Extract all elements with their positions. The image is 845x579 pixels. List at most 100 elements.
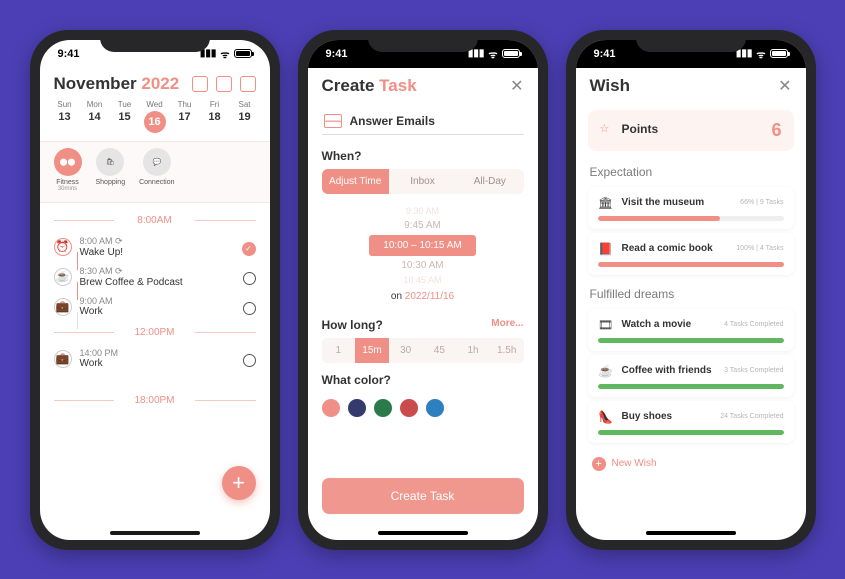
section-fulfilled: Fulfilled dreams: [576, 279, 806, 305]
home-indicator[interactable]: [110, 531, 200, 535]
wifi-icon: ᯤ: [756, 47, 765, 61]
task-row[interactable]: ⏰ 8:00 AM ⟳Wake Up! ✓: [54, 232, 256, 262]
notch: [100, 30, 210, 52]
inbox-icon[interactable]: [216, 76, 232, 92]
howlong-label: How long? More...: [308, 308, 538, 338]
briefcase-icon: 💼: [54, 298, 72, 316]
add-task-fab[interactable]: +: [222, 466, 256, 500]
day-tue[interactable]: Tue15: [112, 100, 138, 133]
briefcase-icon: 💼: [54, 350, 72, 368]
time-selected: 10:00 – 10:15 AM: [369, 235, 475, 256]
time-divider-18pm: 18:00PM: [54, 395, 256, 406]
radio-unchecked[interactable]: [243, 272, 256, 285]
page-title: Create Task: [322, 76, 417, 96]
check-icon[interactable]: ✓: [242, 242, 256, 256]
color-dot[interactable]: [400, 399, 418, 417]
task-name-input[interactable]: Answer Emails: [322, 108, 524, 135]
wifi-icon: ᯤ: [488, 47, 497, 61]
battery-icon: [502, 49, 520, 58]
wish-card[interactable]: 🎞Watch a movie4 Tasks Completed: [588, 309, 794, 351]
radio-unchecked[interactable]: [243, 354, 256, 367]
home-indicator[interactable]: [378, 531, 468, 535]
dur-1[interactable]: 1: [322, 338, 356, 363]
close-icon[interactable]: ✕: [510, 76, 523, 96]
category-connection[interactable]: 💬Connection: [139, 148, 174, 192]
seg-all-day[interactable]: All-Day: [456, 169, 523, 194]
battery-icon: [770, 49, 788, 58]
seg-inbox[interactable]: Inbox: [389, 169, 456, 194]
time-divider-8am: 8:00AM: [54, 215, 256, 226]
page-title: Wish: [590, 76, 630, 96]
color-dot[interactable]: [426, 399, 444, 417]
points-value: 6: [771, 120, 781, 141]
status-time: 9:41: [326, 48, 348, 60]
category-shopping[interactable]: 🛍Shopping: [96, 148, 126, 192]
day-sat[interactable]: Sat19: [232, 100, 258, 133]
day-fri[interactable]: Fri18: [202, 100, 228, 133]
home-indicator[interactable]: [646, 531, 736, 535]
when-label: When?: [308, 139, 538, 169]
alarm-icon: ⏰: [54, 238, 72, 256]
phone-wish: 9:41 ▮▮▮ᯤ Wish ✕ ☆Points 6 Expectation 🏛…: [566, 30, 816, 550]
radio-unchecked[interactable]: [243, 302, 256, 315]
dur-15m[interactable]: 15m: [355, 338, 389, 363]
dumbbell-icon: ⬤⬤: [54, 148, 82, 176]
color-dot[interactable]: [374, 399, 392, 417]
dur-1h[interactable]: 1h: [456, 338, 490, 363]
phone-calendar: 9:41 ▮▮▮ ᯤ November 2022 Sun13: [30, 30, 280, 550]
battery-icon: [234, 49, 252, 58]
day-wed[interactable]: Wed16: [142, 100, 168, 133]
day-mon[interactable]: Mon14: [82, 100, 108, 133]
when-segment: Adjust Time Inbox All-Day: [322, 169, 524, 194]
color-dot[interactable]: [322, 399, 340, 417]
more-link[interactable]: More...: [491, 318, 523, 329]
mail-icon: [324, 114, 342, 128]
category-fitness[interactable]: ⬤⬤Fitness30mins: [54, 148, 82, 192]
duration-row: 1 15m 30 45 1h 1.5h: [322, 338, 524, 363]
section-expectation: Expectation: [576, 157, 806, 183]
dur-30[interactable]: 30: [389, 338, 423, 363]
film-icon: 🎞: [598, 317, 614, 333]
new-wish-button[interactable]: + New Wish: [576, 447, 806, 481]
task-row[interactable]: 💼 9:00 AMWork: [54, 292, 256, 321]
dur-45[interactable]: 45: [423, 338, 457, 363]
bag-icon: 🛍: [96, 148, 124, 176]
coffee-icon: ☕: [54, 268, 72, 286]
create-task-button[interactable]: Create Task: [322, 478, 524, 514]
settings-icon[interactable]: [240, 76, 256, 92]
seg-adjust-time[interactable]: Adjust Time: [322, 169, 389, 194]
calendar-icon[interactable]: [192, 76, 208, 92]
points-card[interactable]: ☆Points 6: [588, 110, 794, 151]
dur-1.5h[interactable]: 1.5h: [490, 338, 524, 363]
close-icon[interactable]: ✕: [778, 76, 791, 96]
plus-icon: +: [592, 457, 606, 471]
wish-card[interactable]: 👠Buy shoes24 Tasks Completed: [588, 401, 794, 443]
time-divider-12pm: 12:00PM: [54, 327, 256, 338]
day-sun[interactable]: Sun13: [52, 100, 78, 133]
shoe-icon: 👠: [598, 409, 614, 425]
color-dot[interactable]: [348, 399, 366, 417]
task-row[interactable]: 💼 14:00 PMWork: [54, 344, 256, 373]
phone-create-task: 9:41 ▮▮▮ᯤ Create Task ✕ Answer Emails Wh…: [298, 30, 548, 550]
wifi-icon: ᯤ: [220, 47, 229, 61]
wish-card[interactable]: ☕Coffee with friends3 Tasks Completed: [588, 355, 794, 397]
wish-card[interactable]: 📕Read a comic book100% | 4 Tasks: [588, 233, 794, 275]
chat-icon: 💬: [143, 148, 171, 176]
wish-card[interactable]: 🏛Visit the museum66% | 9 Tasks: [588, 187, 794, 229]
coffee-icon: ☕: [598, 363, 614, 379]
museum-icon: 🏛: [598, 195, 614, 211]
day-thu[interactable]: Thu17: [172, 100, 198, 133]
month-title: November 2022: [54, 74, 180, 94]
book-icon: 📕: [598, 241, 614, 257]
star-icon: ☆: [600, 122, 616, 138]
week-row: Sun13 Mon14 Tue15 Wed16 Thu17 Fri18 Sat1…: [40, 98, 270, 141]
status-time: 9:41: [594, 48, 616, 60]
time-picker[interactable]: 9:30 AM 9:45 AM 10:00 – 10:15 AM 10:30 A…: [308, 194, 538, 308]
color-row: [308, 393, 538, 423]
notch: [636, 30, 746, 52]
notch: [368, 30, 478, 52]
color-label: What color?: [308, 363, 538, 393]
status-icons: ▮▮▮ ᯤ: [200, 47, 252, 61]
task-row[interactable]: ☕ 8:30 AM ⟳Brew Coffee & Podcast: [54, 262, 256, 292]
status-time: 9:41: [58, 48, 80, 60]
